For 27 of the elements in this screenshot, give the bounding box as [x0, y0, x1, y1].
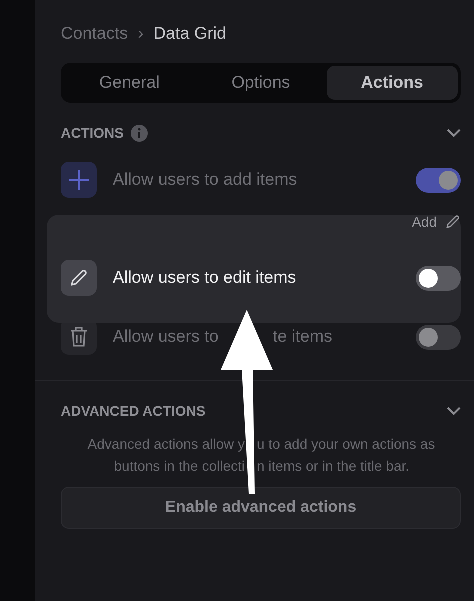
pencil-icon	[69, 268, 89, 288]
chevron-icon[interactable]	[447, 406, 461, 416]
row-label: Allow users to	[113, 327, 220, 347]
description-text: buttons in the collecti	[113, 457, 245, 476]
breadcrumb-link[interactable]: Contacts	[61, 24, 128, 44]
toggle-switch[interactable]	[416, 168, 461, 192]
section-title: ADVANCED ACTIONS	[61, 403, 206, 419]
row-label: te items	[273, 327, 334, 347]
tab[interactable]: Actions	[326, 66, 458, 100]
enable-advanced-actions-button[interactable]: Enable advanced actions	[61, 487, 461, 529]
pencil-icon[interactable]	[445, 214, 461, 230]
row-label: Allow users to edit items	[113, 268, 298, 288]
plus-icon	[68, 169, 90, 191]
trash-icon	[69, 326, 89, 348]
toggle-switch[interactable]	[416, 324, 461, 350]
description-text: Advanced actions allow y	[86, 435, 245, 454]
breadcrumb-current: Data Grid	[154, 24, 227, 44]
toggle-switch[interactable]	[416, 266, 461, 290]
row-label: Allow users to add items	[113, 170, 298, 190]
tab[interactable]: General	[64, 66, 196, 100]
description-text: n items or in the title bar.	[257, 457, 411, 476]
breadcrumb-separator: ›	[138, 24, 144, 44]
section-title: ACTIONS	[61, 125, 124, 141]
description-text: u to add your own actions as	[257, 435, 436, 454]
add-link[interactable]: Add	[412, 214, 437, 230]
tab[interactable]: Options	[195, 66, 327, 100]
chevron-icon[interactable]	[447, 128, 461, 138]
